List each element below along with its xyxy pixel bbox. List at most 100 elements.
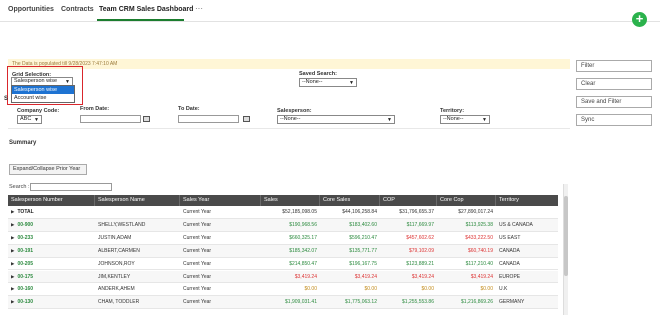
cell-territory: GERMANY <box>499 299 525 306</box>
salesperson-number[interactable]: 00-900 <box>17 222 33 228</box>
tab-team-crm-sales-dashboard[interactable]: Team CRM Sales Dashboard <box>99 6 193 13</box>
cell-core-sales: $44,106,258.84 <box>342 209 377 215</box>
salesperson-number[interactable]: 00-175 <box>17 274 33 280</box>
cell-name: JOHNSON,ROY <box>98 260 135 267</box>
table-scrollbar[interactable] <box>563 184 568 315</box>
cell-cop: $117,669.97 <box>406 221 434 228</box>
company-code-select[interactable]: ABC ▼ <box>17 115 42 124</box>
cell-id[interactable]: ▶ 00-205 <box>8 258 95 271</box>
expand-row-icon[interactable]: ▶ <box>11 248 14 253</box>
expand-row-icon[interactable]: ▶ <box>11 261 14 266</box>
company-code-label: Company Code: <box>17 108 60 114</box>
cell-territory <box>496 206 558 219</box>
filter-button[interactable]: Filter <box>576 60 652 72</box>
cell-year: Current Year <box>183 299 212 306</box>
cell-name: JUSTIN,ADAM <box>98 234 132 241</box>
table-row[interactable]: ▶ 00-160 ANDERK,AHEM Current Year $0.00 $0.00… <box>8 283 558 297</box>
more-tabs-icon[interactable]: ··· <box>195 4 203 13</box>
cell-core-cop: $113,925.38 <box>465 221 493 228</box>
table-row[interactable]: ▶ 00-233 JUSTIN,ADAM Current Year $660,325.1… <box>8 231 558 245</box>
column-header-cop[interactable]: COP <box>380 195 437 206</box>
salesperson-number[interactable]: 00-160 <box>17 286 33 292</box>
from-date-input[interactable] <box>80 115 141 123</box>
column-header-territory[interactable]: Territory <box>496 195 558 206</box>
scrollbar-thumb[interactable] <box>564 196 568 276</box>
expand-row-icon[interactable]: ▶ <box>11 299 14 304</box>
table-row[interactable]: ▶ TOTAL Current Year $52,185,098.05 $44,106,… <box>8 206 558 219</box>
salesperson-select[interactable]: --None-- ▼ <box>277 115 395 124</box>
salesperson-number: TOTAL <box>17 209 34 215</box>
territory-select[interactable]: --None-- ▼ <box>440 115 490 124</box>
cell-year: Current Year <box>183 286 212 293</box>
expand-row-icon[interactable]: ▶ <box>11 209 14 214</box>
column-header-sales-year[interactable]: Sales Year <box>180 195 261 206</box>
cell-core-sales: $196,167.75 <box>349 260 377 267</box>
cell-core-sales: $1,775,063.12 <box>345 299 377 306</box>
save-and-filter-button[interactable]: Save and Filter <box>576 96 652 108</box>
cell-sales: $185,342.07 <box>289 247 317 254</box>
tab-contracts[interactable]: Contracts <box>61 6 94 13</box>
cell-year: Current Year <box>183 209 212 215</box>
cell-name <box>95 206 180 219</box>
saved-search-select[interactable]: --None-- ▼ <box>299 78 357 87</box>
clear-button[interactable]: Clear <box>576 78 652 90</box>
add-button[interactable]: + <box>632 12 647 27</box>
chevron-down-icon: ▼ <box>349 80 354 86</box>
table-row[interactable]: ▶ 00-205 JOHNSON,ROY Current Year $214,850.4… <box>8 257 558 271</box>
table-row[interactable]: ▶ 00-130 CHAM, TODDLER Current Year $1,909,0… <box>8 296 558 310</box>
cell-sales: $3,419.24 <box>294 273 317 280</box>
cell-sales: $190,968.56 <box>289 221 317 228</box>
salesperson-label: Salesperson: <box>277 108 312 114</box>
cell-core-sales: $3,419.24 <box>354 273 377 280</box>
column-header-sales[interactable]: Sales <box>261 195 320 206</box>
expand-row-icon[interactable]: ▶ <box>11 235 14 240</box>
cell-cop: $457,602.62 <box>406 234 434 241</box>
cell-id[interactable]: ▶ TOTAL <box>8 206 95 219</box>
cell-core-cop: $60,740.19 <box>467 247 493 254</box>
cell-id[interactable]: ▶ 00-900 <box>8 219 95 232</box>
column-header-salesperson-number[interactable]: Salesperson Number <box>8 195 95 206</box>
column-header-salesperson-name[interactable]: Salesperson Name <box>95 195 180 206</box>
expand-collapse-button[interactable]: Expand/Collapse Prior Year <box>9 164 87 175</box>
cell-territory: U.K <box>499 286 508 293</box>
expand-row-icon[interactable]: ▶ <box>11 274 14 279</box>
cell-core-cop: $27,890,017.24 <box>458 209 493 215</box>
cell-sales: $214,850.47 <box>289 260 317 267</box>
cell-id[interactable]: ▶ 00-130 <box>8 296 95 309</box>
cell-sales: $52,185,098.05 <box>282 209 317 215</box>
search-input[interactable] <box>30 183 112 191</box>
cell-id[interactable]: ▶ 00-191 <box>8 245 95 258</box>
salesperson-number[interactable]: 00-130 <box>17 299 33 305</box>
cell-name: SHELLY,WESTLAND <box>98 221 146 228</box>
cell-core-cop: $0.00 <box>480 286 493 293</box>
cell-core-sales: $0.00 <box>364 286 377 293</box>
cell-sales: $660,325.17 <box>289 234 317 241</box>
salesperson-number[interactable]: 00-191 <box>17 248 33 254</box>
cell-cop: $3,419.24 <box>411 273 434 280</box>
data-populated-notice: The Data is populated till 9/28/2023 7:4… <box>8 59 570 69</box>
salesperson-number[interactable]: 00-205 <box>17 261 33 267</box>
column-header-core-cop[interactable]: Core Cop <box>437 195 496 206</box>
cell-id[interactable]: ▶ 00-160 <box>8 283 95 296</box>
cell-core-cop: $117,210.40 <box>465 260 493 267</box>
column-header-core-sales[interactable]: Core Sales <box>320 195 380 206</box>
cell-cop: $79,102.09 <box>408 247 434 254</box>
to-date-input[interactable] <box>178 115 239 123</box>
expand-row-icon[interactable]: ▶ <box>11 222 14 227</box>
cell-territory: US EAST <box>499 234 521 241</box>
cell-core-cop: $433,222.50 <box>465 234 493 241</box>
company-code-value: ABC <box>20 116 32 122</box>
cell-territory: EUROPE <box>499 273 521 280</box>
cell-id[interactable]: ▶ 00-175 <box>8 271 95 284</box>
cell-id[interactable]: ▶ 00-233 <box>8 232 95 245</box>
sync-button[interactable]: Sync <box>576 114 652 126</box>
salesperson-number[interactable]: 00-233 <box>17 235 33 241</box>
expand-row-icon[interactable]: ▶ <box>11 286 14 291</box>
table-row[interactable]: ▶ 00-175 JIM,KENTLEY Current Year $3,419.24 $… <box>8 270 558 284</box>
cell-territory: US & CANADA <box>499 221 533 228</box>
calendar-icon[interactable] <box>143 116 150 122</box>
table-row[interactable]: ▶ 00-900 SHELLY,WESTLAND Current Year $190,9… <box>8 218 558 232</box>
table-row[interactable]: ▶ 00-191 ALBERT,CARMEN Current Year $185,342… <box>8 244 558 258</box>
calendar-icon[interactable] <box>243 116 250 122</box>
tab-opportunities[interactable]: Opportunities <box>8 6 54 13</box>
